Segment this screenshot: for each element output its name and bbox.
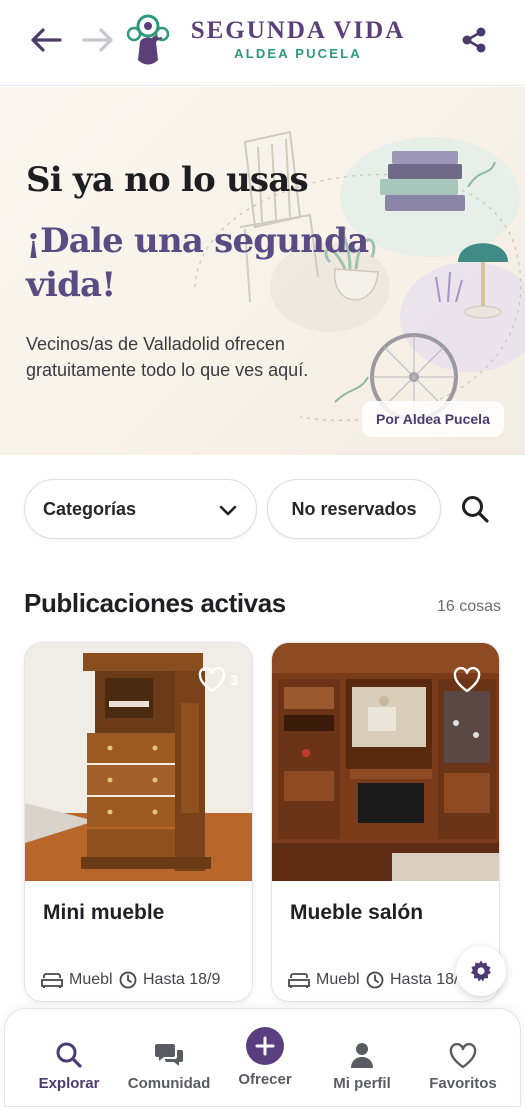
categories-dropdown[interactable]: Categorías (24, 479, 257, 539)
search-button[interactable] (456, 490, 494, 528)
nav-comunidad[interactable]: Comunidad (119, 1009, 219, 1107)
listing-card[interactable]: Mueble salón Muebles Hasta 18/9 (271, 642, 500, 1002)
sofa-icon (288, 973, 310, 988)
nav-label: Favoritos (429, 1075, 497, 1092)
favorite-button[interactable]: 3 (198, 667, 238, 693)
listing-title: Mueble salón (290, 901, 424, 924)
reserved-filter-button[interactable]: No reservados (267, 479, 441, 539)
search-icon (56, 1042, 82, 1068)
plus-circle-icon (246, 1027, 284, 1065)
clock-icon (119, 971, 137, 989)
hero-headline: Si ya no lo usas (26, 160, 309, 200)
share-button[interactable] (456, 22, 492, 58)
sofa-icon (41, 973, 63, 988)
listing-deadline: Hasta 18/9 (143, 971, 221, 988)
nav-label: Ofrecer (238, 1071, 292, 1088)
hero-description: Vecinos/as de Valladolid ofrecen gratuit… (26, 334, 309, 380)
items-count: 16 cosas (436, 598, 501, 615)
nav-ofrecer[interactable]: Ofrecer (227, 1009, 303, 1107)
heart-icon (449, 1043, 477, 1069)
categories-label: Categorías (43, 498, 137, 519)
likes-count: 3 (230, 672, 238, 688)
listing-meta: Muebles Hasta 18/9 (41, 969, 246, 991)
listing-category: Muebles (69, 971, 113, 988)
forward-button[interactable] (80, 22, 116, 58)
bottom-navigation: Explorar Comunidad Ofrecer Mi perfil Fav… (4, 1008, 521, 1107)
peacock-logo-icon[interactable] (124, 12, 172, 68)
clock-icon (366, 971, 384, 989)
nav-favoritos[interactable]: Favoritos (415, 1009, 511, 1107)
reserved-filter-label: No reservados (291, 498, 417, 519)
listing-title: Mini mueble (43, 901, 165, 924)
heart-icon (198, 667, 226, 693)
share-icon (462, 27, 486, 53)
brand: SEGUNDA VIDA ALDEA PUCELA (188, 16, 408, 62)
hero-banner: Si ya no lo usas ¡Dale una segunda vida!… (0, 87, 525, 455)
listing-card[interactable]: 3 Mini mueble Muebles Hasta 18/9 (24, 642, 253, 1002)
chat-bubbles-icon (155, 1044, 183, 1066)
app-header: SEGUNDA VIDA ALDEA PUCELA (0, 0, 525, 86)
user-icon (351, 1043, 373, 1068)
gear-icon (471, 960, 491, 982)
chevron-down-icon (219, 505, 237, 516)
nav-label: Comunidad (127, 1075, 211, 1092)
nav-label: Mi perfil (333, 1075, 391, 1092)
arrow-right-icon (82, 28, 113, 52)
brand-subtitle: ALDEA PUCELA (234, 46, 362, 61)
back-button[interactable] (28, 22, 64, 58)
brand-title: SEGUNDA VIDA (190, 17, 406, 44)
nav-explorar[interactable]: Explorar (27, 1009, 111, 1107)
heart-icon (453, 667, 481, 693)
hero-badge: Por Aldea Pucela (362, 401, 504, 437)
settings-button[interactable] (456, 946, 506, 996)
nav-label: Explorar (38, 1075, 100, 1092)
favorite-button[interactable] (453, 667, 485, 693)
search-icon (462, 496, 489, 523)
nav-mi-perfil[interactable]: Mi perfil (317, 1009, 407, 1107)
arrow-left-icon (31, 28, 62, 52)
hero-headline-accent: ¡Dale una segunda vida! (26, 221, 369, 305)
listing-category: Muebles (316, 971, 360, 988)
section-title: Publicaciones activas (24, 588, 286, 618)
